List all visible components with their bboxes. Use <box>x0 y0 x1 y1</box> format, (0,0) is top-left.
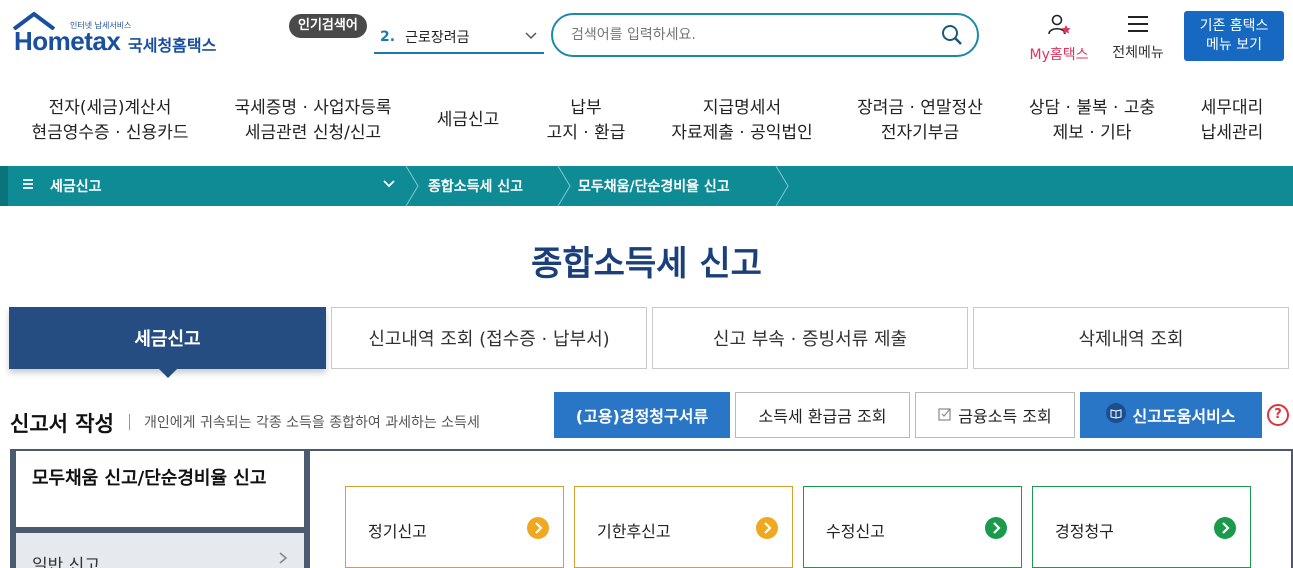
breadcrumb-separator-icon <box>557 166 571 206</box>
nav-item-line1: 세금신고 <box>436 110 500 130</box>
nav-item-payment[interactable]: 납부 고지 · 환급 <box>536 96 636 146</box>
book-icon <box>1106 403 1127 427</box>
all-menu-label: 전체메뉴 <box>1112 45 1164 61</box>
all-menu-button[interactable]: 전체메뉴 <box>1106 14 1170 62</box>
breadcrumb: 세금신고 종합소득세 신고 모두채움/단순경비율 신고 <box>0 166 1293 206</box>
hometax-logo[interactable]: 인터넷 납세서비스 Hometax 국세청홈택스 <box>12 12 227 64</box>
arrow-right-circle-icon <box>1214 517 1236 539</box>
nav-item-consult[interactable]: 상담 · 불복 · 고충 제보 · 기타 <box>1022 96 1162 146</box>
subnav-item-general-filing[interactable]: 일반 신고 <box>10 533 310 568</box>
financial-income-label: 금융소득 조회 <box>958 407 1052 426</box>
nav-item-line2: 고지 · 환급 <box>546 123 626 143</box>
user-star-icon <box>1048 14 1071 35</box>
nav-item-line1: 지급명세서 <box>702 98 782 118</box>
breadcrumb-separator-icon <box>775 166 789 206</box>
page-title: 종합소득세 신고 <box>531 244 762 284</box>
tab-attachment-submit[interactable]: 신고 부속 · 증빙서류 제출 <box>652 307 968 369</box>
nav-item-einvoice[interactable]: 전자(세금)계산서 현금영수증 · 신용카드 <box>30 96 190 146</box>
card-regular-filing[interactable]: 정기신고 <box>345 486 564 568</box>
nav-item-line2: 세금관련 신청/신고 <box>244 123 382 143</box>
filing-help-label: 신고도움서비스 <box>1132 407 1236 426</box>
tab-tax-filing[interactable]: 세금신고 <box>9 307 326 378</box>
tab-deleted-history[interactable]: 삭제내역 조회 <box>973 307 1289 369</box>
nav-item-line1: 장려금 · 연말정산 <box>857 98 983 118</box>
nav-item-line1: 국세증명 · 사업자등록 <box>234 98 392 118</box>
search-input[interactable] <box>571 23 931 47</box>
search-box <box>551 13 979 57</box>
correction-claim-label: (고용)경정청구서류 <box>575 407 709 426</box>
breadcrumb-edge <box>0 166 8 206</box>
logo-wordmark: Hometax <box>14 26 121 56</box>
card-label: 수정신고 <box>826 522 885 541</box>
old-hometax-line2: 메뉴 보기 <box>1206 37 1262 53</box>
nav-item-line2: 제보 · 기타 <box>1052 123 1132 143</box>
hamburger-icon <box>1128 16 1148 32</box>
checkbox-edit-icon <box>938 406 952 425</box>
nav-item-line2: 전자기부금 <box>880 123 960 143</box>
breadcrumb-item-simple-filing[interactable]: 모두채움/단순경비율 신고 <box>578 176 730 196</box>
card-label: 기한후신고 <box>597 522 671 541</box>
breadcrumb-separator-icon <box>405 166 419 206</box>
breadcrumb-item-tax-filing[interactable]: 세금신고 <box>50 176 102 196</box>
chevron-down-icon[interactable] <box>382 176 396 194</box>
tab-filing-history[interactable]: 신고내역 조회 (접수증 · 납부서) <box>331 307 647 369</box>
popular-search-select[interactable]: 2. 근로장려금 <box>374 22 544 54</box>
nav-item-certificate[interactable]: 국세증명 · 사업자등록 세금관련 신청/신고 <box>228 96 398 146</box>
section-title: 신고서 작성 <box>10 412 114 436</box>
nav-item-line1: 상담 · 불복 · 고충 <box>1028 98 1156 118</box>
arrow-right-circle-icon <box>985 517 1007 539</box>
nav-item-line1: 납부 <box>570 98 602 118</box>
nav-item-payment-statement[interactable]: 지급명세서 자료제출 · 공익법인 <box>664 96 820 146</box>
subnav-item-label: 모두채움 신고/단순경비율 신고 <box>32 468 267 489</box>
main-navigation: 전자(세금)계산서 현금영수증 · 신용카드 국세증명 · 사업자등록 세금관련… <box>0 82 1293 162</box>
nav-item-tax-agent[interactable]: 세무대리 납세관리 <box>1190 96 1274 146</box>
old-hometax-line1: 기존 홈택스 <box>1199 18 1269 34</box>
section-description: 개인에게 귀속되는 각종 소득을 종합하여 과세하는 소득세 <box>144 415 480 431</box>
logo-subtitle: 국세청홈택스 <box>128 36 217 55</box>
arrow-right-circle-icon <box>527 517 549 539</box>
subnav-item-simple-filing[interactable]: 모두채움 신고/단순경비율 신고 <box>10 451 310 533</box>
nav-item-incentive[interactable]: 장려금 · 연말정산 전자기부금 <box>850 96 990 146</box>
section-divider <box>129 414 130 430</box>
arrow-right-circle-icon <box>756 517 778 539</box>
site-header: 인터넷 납세서비스 Hometax 국세청홈택스 인기검색어 2. 근로장려금 … <box>0 0 1293 80</box>
old-hometax-button[interactable]: 기존 홈택스 메뉴 보기 <box>1184 11 1284 61</box>
nav-item-line1: 전자(세금)계산서 <box>48 98 172 118</box>
card-label: 경정청구 <box>1055 522 1114 541</box>
card-label: 정기신고 <box>368 522 427 541</box>
correction-claim-button[interactable]: (고용)경정청구서류 <box>554 392 730 438</box>
popular-search-badge: 인기검색어 <box>289 14 367 38</box>
popular-rank: 2. <box>380 29 396 45</box>
subnav-item-label: 일반 신고 <box>32 556 100 568</box>
nav-item-line2: 납세관리 <box>1200 123 1264 143</box>
refund-inquiry-button[interactable]: 소득세 환급금 조회 <box>735 392 910 438</box>
nav-item-line2: 자료제출 · 공익법인 <box>671 123 813 143</box>
popular-term: 근로장려금 <box>405 30 470 46</box>
chevron-down-icon <box>524 28 538 46</box>
breadcrumb-item-income-tax[interactable]: 종합소득세 신고 <box>428 176 523 196</box>
list-menu-icon <box>22 176 34 195</box>
search-icon[interactable] <box>941 24 963 46</box>
my-hometax-button[interactable]: My홈택스 <box>1024 14 1094 64</box>
help-question-icon[interactable]: ? <box>1267 404 1289 426</box>
nav-item-line2: 현금영수증 · 신용카드 <box>31 123 189 143</box>
filing-help-button[interactable]: 신고도움서비스 <box>1080 392 1262 438</box>
my-hometax-label: My홈택스 <box>1029 47 1089 63</box>
chevron-right-icon <box>278 549 288 568</box>
refund-inquiry-label: 소득세 환급금 조회 <box>758 407 887 426</box>
nav-item-line1: 세무대리 <box>1200 98 1264 118</box>
card-late-filing[interactable]: 기한후신고 <box>574 486 793 568</box>
card-amended-filing[interactable]: 수정신고 <box>803 486 1022 568</box>
card-correction-claim[interactable]: 경정청구 <box>1032 486 1251 568</box>
nav-item-tax-filing[interactable]: 세금신고 <box>428 108 508 133</box>
financial-income-button[interactable]: 금융소득 조회 <box>915 392 1075 438</box>
